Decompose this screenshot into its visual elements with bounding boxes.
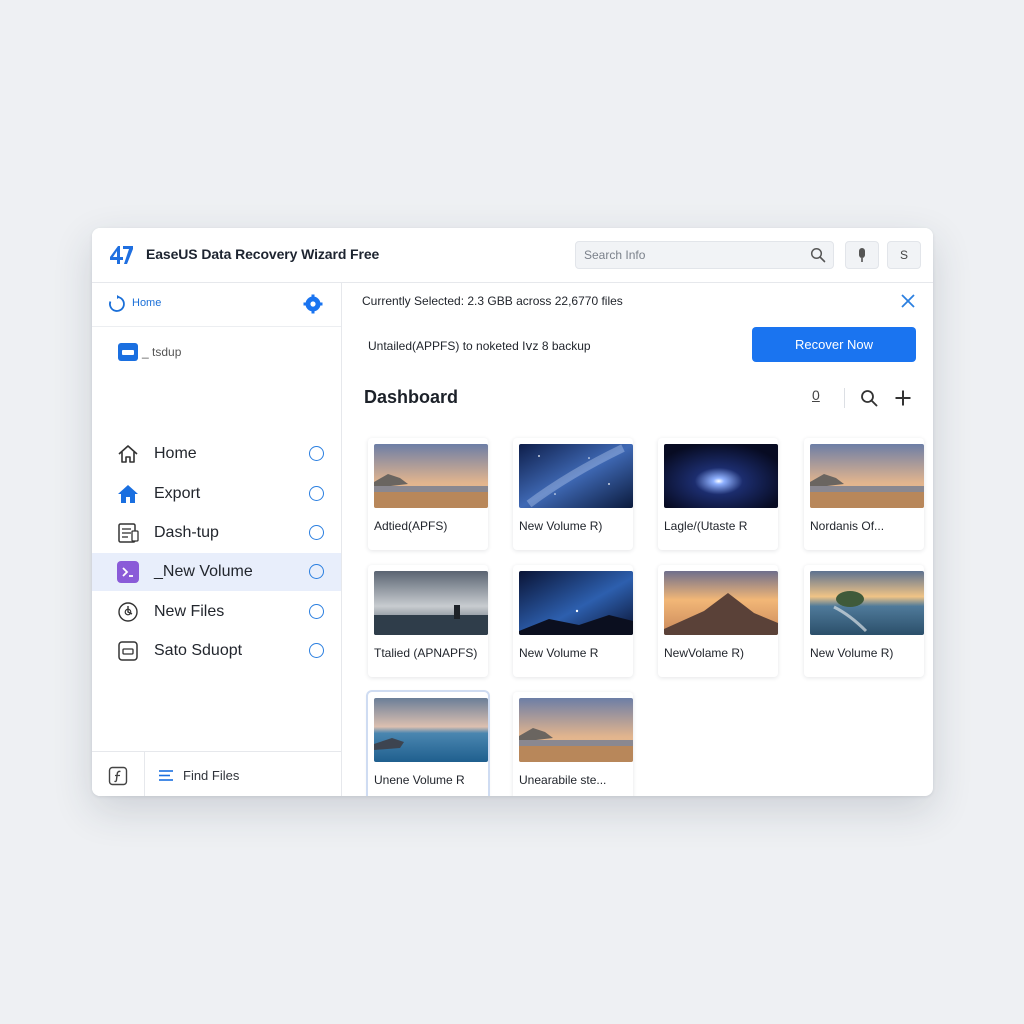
volume-card[interactable]: New Volume R) <box>804 565 924 677</box>
volume-card-label: Ttalied (APNAPFS) <box>374 646 478 660</box>
sidebar: Home _ tsdup Home Export Dash-tup _New V… <box>92 283 342 796</box>
volume-card-label: NewVolame R) <box>664 646 745 660</box>
sidebar-item-export[interactable]: Export <box>92 475 341 513</box>
sidebar-subheading-label: _ tsdup <box>142 345 182 359</box>
volume-card[interactable]: New Volume R <box>513 565 633 677</box>
volume-card-label: New Volume R <box>519 646 599 660</box>
clock-icon <box>118 602 138 622</box>
volume-notice-text: Untailed(APPFS) to noketed Iⅴz 8 backup <box>368 339 591 353</box>
search-icon[interactable] <box>860 389 878 407</box>
volume-card-label: Unearabile ste... <box>519 773 607 787</box>
volume-thumbnail <box>519 571 633 635</box>
volume-thumbnail <box>374 571 488 635</box>
dashboard-title: Dashboard <box>364 387 459 407</box>
add-icon[interactable] <box>894 389 912 407</box>
close-icon[interactable] <box>900 293 916 309</box>
drive-icon <box>118 641 138 661</box>
volume-card[interactable]: New Volume R) <box>513 438 633 550</box>
sidebar-item-sato-sduopt[interactable]: Sato Sduopt <box>92 632 341 670</box>
volume-card[interactable]: Nordanis Of... <box>804 438 924 550</box>
toolbar-divider <box>844 388 845 408</box>
radio-button[interactable] <box>309 564 324 579</box>
volume-card-label: Adtied(APFS) <box>374 519 448 533</box>
volume-card[interactable]: Adtied(APFS) <box>368 438 488 550</box>
app-window: EaseUS Data Recovery Wizard Free S Home <box>92 228 933 796</box>
main-panel: Currently Selected: 2.3 GBB across 22,67… <box>342 283 933 796</box>
recover-now-button[interactable]: Recover Now <box>752 327 916 362</box>
volume-card[interactable]: Unearabile ste... <box>513 692 633 796</box>
volume-thumbnail <box>810 444 924 508</box>
radio-button[interactable] <box>309 446 324 461</box>
function-icon <box>108 766 128 786</box>
microphone-button[interactable] <box>845 241 879 269</box>
sidebar-item-dash-tup[interactable]: Dash-tup <box>92 514 341 552</box>
volume-thumbnail <box>374 698 488 762</box>
volume-thumbnail <box>664 444 778 508</box>
dashboard-count-link[interactable]: 0 <box>812 387 820 403</box>
search-icon[interactable] <box>810 247 826 263</box>
radio-button[interactable] <box>309 604 324 619</box>
sidebar-item-new-files[interactable]: New Files <box>92 593 341 631</box>
radio-button[interactable] <box>309 525 324 540</box>
sidebar-item-label: New Files <box>154 603 225 620</box>
search-input[interactable] <box>584 246 794 264</box>
selection-status-text: Currently Selected: 2.3 GBB across 22,67… <box>362 294 623 308</box>
document-list-icon <box>118 523 139 543</box>
find-files-link[interactable]: Find Files <box>183 768 239 783</box>
sidebar-item-label: Sato Sduopt <box>154 642 243 659</box>
volume-card[interactable]: NewVolame R) <box>658 565 778 677</box>
sidebar-item-home[interactable]: Home <box>92 435 341 473</box>
volume-thumbnail <box>664 571 778 635</box>
volume-thumbnail <box>519 698 633 762</box>
gear-icon[interactable] <box>303 294 323 314</box>
house-filled-icon <box>118 485 138 503</box>
volume-card-label: New Volume R) <box>519 519 603 533</box>
volume-card[interactable]: Unene Volume R <box>368 692 488 796</box>
search-box[interactable] <box>575 241 834 269</box>
volume-thumbnail <box>374 444 488 508</box>
sidebar-item-label: Home <box>154 445 197 462</box>
s-button[interactable]: S <box>887 241 921 269</box>
volume-thumbnail <box>519 444 633 508</box>
sidebar-item-new-volume[interactable]: _New Volume <box>92 553 341 591</box>
volume-card-label: New Volume R) <box>810 646 894 660</box>
app-logo-icon <box>110 246 133 264</box>
purple-volume-icon <box>117 561 139 583</box>
app-title: EaseUS Data Recovery Wizard Free <box>146 246 380 262</box>
microphone-icon <box>859 248 865 262</box>
house-outline-icon <box>118 445 138 463</box>
sidebar-item-label: _New Volume <box>154 563 253 580</box>
function-button[interactable] <box>92 752 145 796</box>
selection-status-bar: Currently Selected: 2.3 GBB across 22,67… <box>342 283 933 319</box>
volume-thumbnail <box>810 571 924 635</box>
volume-card[interactable]: Lagle/(Utaste R <box>658 438 778 550</box>
sidebar-item-label: Export <box>154 485 201 502</box>
sidebar-home-link[interactable]: Home <box>132 297 161 309</box>
volume-card[interactable]: Ttalied (APNAPFS) <box>368 565 488 677</box>
drive-blue-icon <box>118 343 138 361</box>
title-bar: EaseUS Data Recovery Wizard Free S <box>92 228 933 283</box>
s-button-label: S <box>899 248 908 262</box>
volume-card-label: Lagle/(Utaste R <box>664 519 748 533</box>
volume-card-label: Nordanis Of... <box>810 519 885 533</box>
refresh-icon[interactable] <box>107 294 127 314</box>
list-icon[interactable] <box>158 769 174 782</box>
radio-button[interactable] <box>309 643 324 658</box>
sidebar-header: Home <box>92 283 341 327</box>
sidebar-item-label: Dash-tup <box>154 524 219 541</box>
radio-button[interactable] <box>309 486 324 501</box>
sidebar-footer: Find Files <box>92 751 341 796</box>
volume-card-label: Unene Volume R <box>374 773 465 787</box>
